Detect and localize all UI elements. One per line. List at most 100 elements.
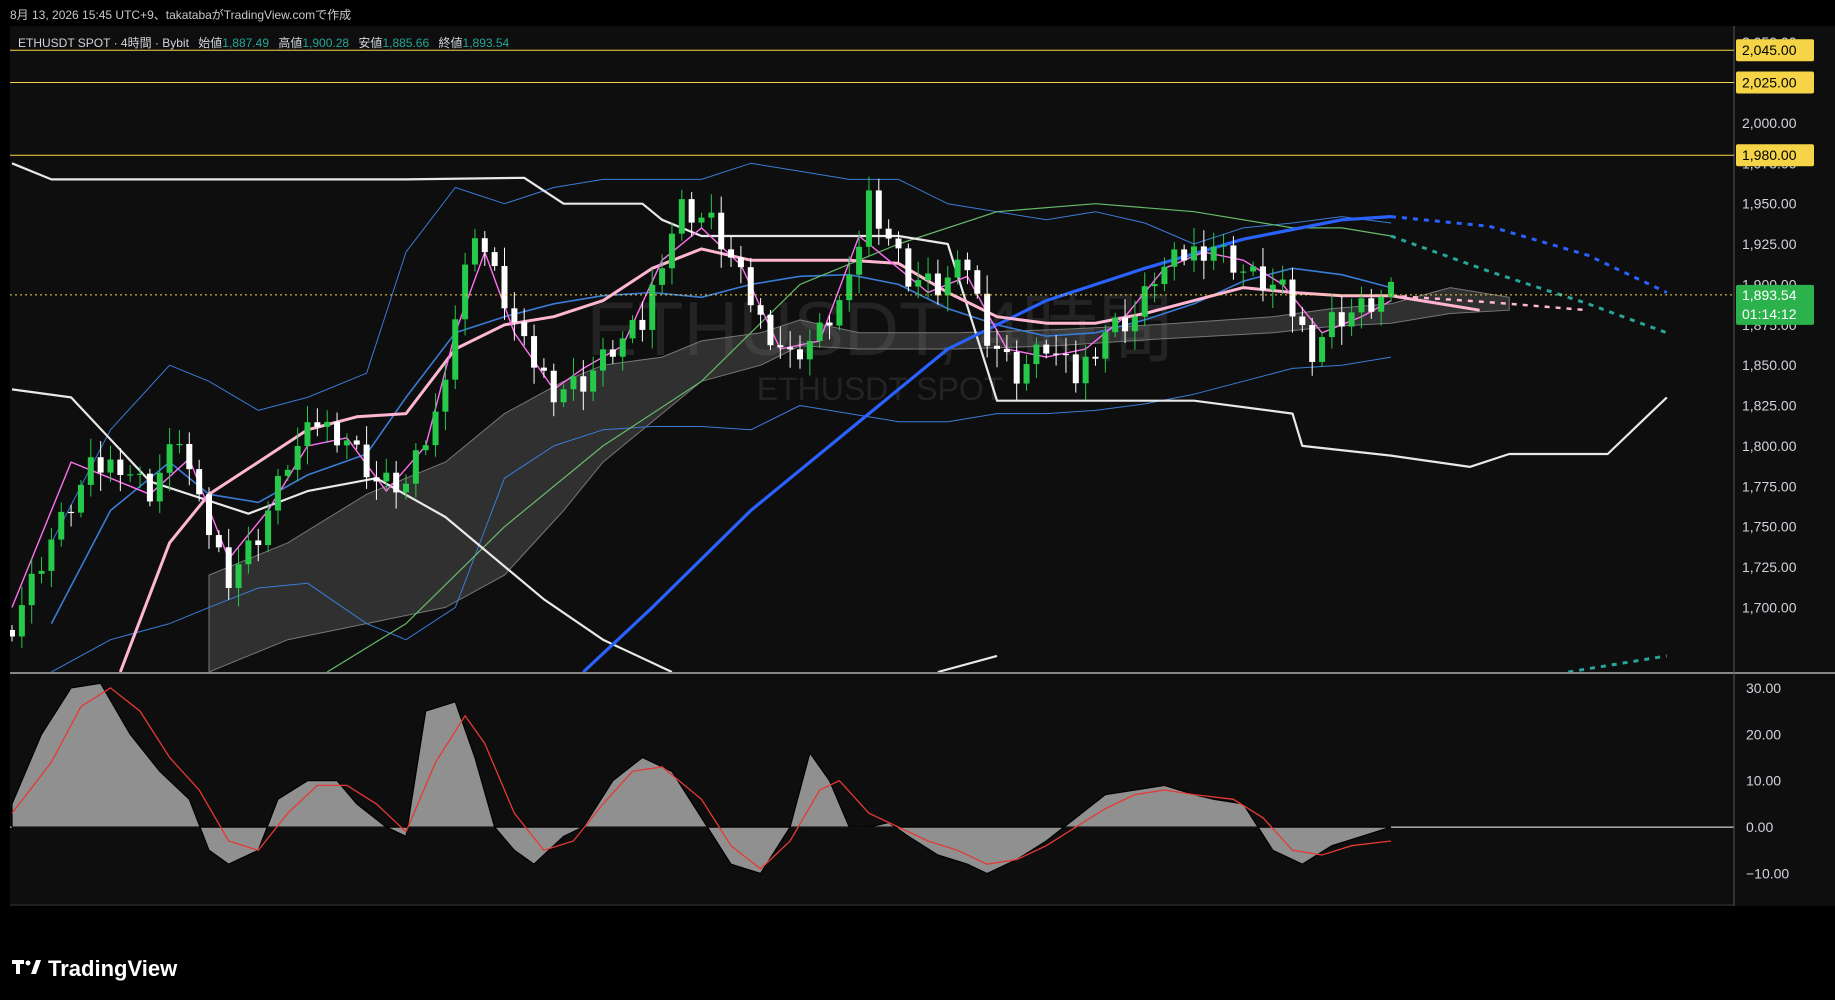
- candle-body: [10, 630, 15, 637]
- candle-body: [1200, 246, 1207, 261]
- candle-body: [905, 248, 912, 287]
- candle-body: [531, 336, 538, 368]
- candle-body: [580, 376, 587, 392]
- candle-body: [856, 246, 863, 275]
- candle-body: [1210, 246, 1217, 261]
- candle-body: [1240, 271, 1247, 273]
- oscillator-tick-label: 0.00: [1746, 819, 1773, 835]
- candle-body: [747, 267, 754, 306]
- candle-body: [964, 259, 971, 271]
- candle-body: [196, 469, 203, 495]
- candle-body: [1338, 312, 1345, 327]
- candle-body: [373, 477, 380, 482]
- series-ema-long-forecast: [1390, 215, 1668, 294]
- candle-body: [1328, 312, 1335, 338]
- price-tick-label: 1,925.00: [1742, 236, 1797, 252]
- candle-body: [1299, 316, 1306, 325]
- candle-body: [521, 322, 528, 337]
- candle-body: [422, 445, 429, 451]
- candle-body: [432, 411, 439, 446]
- candle-body: [1250, 266, 1257, 272]
- candle-body: [1191, 246, 1197, 261]
- resistance-label: 2,025.00: [1742, 75, 1797, 91]
- candle-body: [639, 319, 646, 330]
- oscillator-tick-label: 30.00: [1746, 680, 1781, 696]
- candle-body: [1171, 249, 1178, 267]
- legend-low-value: 1,885.66: [382, 36, 430, 50]
- candle-body: [1378, 296, 1385, 312]
- candle-body: [1092, 356, 1099, 359]
- candle-body: [875, 190, 882, 229]
- candle-body: [609, 349, 616, 357]
- countdown-label: 01:14:12: [1742, 306, 1797, 322]
- candle-body: [649, 284, 656, 330]
- oscillator-tick-label: 10.00: [1746, 773, 1781, 789]
- candle-body: [1082, 356, 1089, 384]
- candle-body: [846, 274, 853, 301]
- candle-body: [314, 422, 321, 427]
- series-ichimoku-lagging-tail: [937, 654, 998, 672]
- candle-body: [1220, 245, 1227, 247]
- candle-body: [137, 473, 144, 475]
- candle-body: [511, 308, 518, 323]
- candle-body: [1269, 284, 1276, 290]
- candle-body: [1043, 344, 1050, 354]
- price-tick-label: 1,725.00: [1742, 559, 1797, 575]
- candle-body: [304, 422, 311, 447]
- candle-body: [206, 494, 212, 536]
- candle-body: [442, 379, 449, 412]
- candle-body: [865, 190, 872, 247]
- ohlc-legend: ETHUSDT SPOT · 4時間 · Bybit 始値1,887.49 高値…: [18, 34, 509, 51]
- candle-body: [383, 472, 390, 482]
- candle-body: [1102, 332, 1109, 359]
- candle-body: [265, 510, 272, 546]
- candle-body: [1053, 353, 1060, 355]
- watermark-subtitle: ETHUSDT SPOT: [757, 371, 1004, 407]
- candle-body: [668, 233, 675, 269]
- last-price-label: 1,893.54: [1742, 287, 1797, 303]
- price-tick-label: 1,950.00: [1742, 196, 1797, 212]
- candle-body: [176, 443, 183, 446]
- candle-body: [984, 293, 991, 346]
- candle-body: [28, 573, 35, 606]
- price-tick-label: 2,000.00: [1742, 115, 1797, 131]
- tradingview-logo-text: TradingView: [48, 956, 178, 981]
- candle-body: [777, 345, 784, 348]
- candle-body: [363, 444, 370, 478]
- chart-svg[interactable]: ETHUSDT, 4時間ETHUSDT SPOT2,050.002,025.00…: [0, 0, 1835, 906]
- candle-body: [58, 511, 65, 540]
- candle-body: [994, 345, 1000, 349]
- series-lower-green-forecast: [1568, 654, 1668, 672]
- candle-body: [107, 459, 114, 473]
- oscillator-tick-label: −10.00: [1746, 866, 1789, 882]
- candle-body: [1062, 353, 1069, 356]
- price-tick-label: 1,800.00: [1742, 438, 1797, 454]
- candle-body: [284, 469, 291, 476]
- candle-body: [570, 376, 577, 390]
- candle-body: [590, 370, 597, 392]
- candle-body: [491, 252, 498, 266]
- candle-body: [1151, 284, 1158, 287]
- candle-body: [1368, 298, 1375, 312]
- candle-body: [1003, 348, 1010, 353]
- candle-body: [324, 421, 331, 427]
- tradingview-logo[interactable]: TradingView: [12, 956, 177, 982]
- legend-high-label: 高値: [278, 36, 303, 50]
- candle-body: [1023, 364, 1030, 384]
- candle-body: [974, 270, 981, 294]
- candle-body: [915, 280, 922, 287]
- candle-body: [1033, 344, 1040, 365]
- candle-body: [77, 484, 84, 513]
- candle-body: [1358, 298, 1365, 313]
- main-plot-group: ETHUSDT, 4時間ETHUSDT SPOT: [10, 162, 1668, 672]
- candle-body: [403, 483, 409, 493]
- candle-body: [353, 440, 360, 445]
- candle-body: [1122, 317, 1129, 332]
- candle-body: [481, 238, 488, 253]
- candle-body: [294, 446, 301, 470]
- legend-close-label: 終値: [438, 36, 463, 50]
- candle-body: [885, 228, 892, 239]
- candle-body: [117, 459, 124, 475]
- candle-body: [18, 605, 25, 637]
- candle-body: [462, 264, 469, 320]
